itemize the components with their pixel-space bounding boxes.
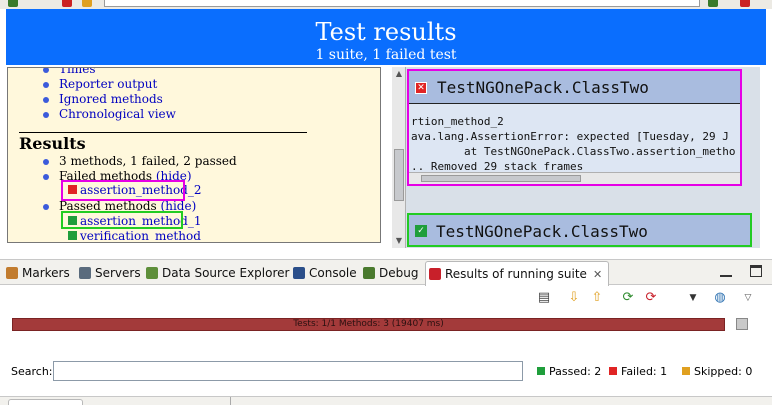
- card-horizontal-scrollbar[interactable]: [409, 172, 740, 184]
- refresh-icon[interactable]: [82, 0, 92, 7]
- bottom-tab-strip: [0, 396, 772, 405]
- results-toolbar: ▤ ⇩ ⇧ ⟳ ⟳ ▼ ◍ ▽: [0, 286, 772, 310]
- results-heading: Results: [19, 134, 86, 153]
- search-row: Search: Passed: 2 Failed: 1 Skipped: 0: [0, 356, 772, 386]
- results-summary: 3 methods, 1 failed, 2 passed: [8, 154, 380, 169]
- passed-test-card[interactable]: ✓ TestNGOnePack.ClassTwo: [407, 213, 752, 247]
- close-tab-icon[interactable]: ✕: [593, 268, 602, 281]
- hscroll-thumb[interactable]: [421, 175, 581, 182]
- failed-icon: [609, 367, 617, 375]
- nav-link-times[interactable]: Times: [8, 68, 380, 77]
- divider: [19, 132, 307, 133]
- report-subtitle: 1 suite, 1 failed test: [315, 47, 457, 63]
- failed-test-card: ✕ TestNGOnePack.ClassTwo rtion_method_2 a…: [407, 69, 742, 186]
- skipped-count: Skipped: 0: [682, 365, 752, 378]
- view-tab-bar: Markers Servers Data Source Explorer Con…: [0, 259, 772, 286]
- tab-console[interactable]: Console: [293, 264, 357, 282]
- close-browser-icon[interactable]: [740, 0, 750, 7]
- search-label: Search:: [11, 365, 53, 378]
- go-icon[interactable]: [708, 0, 718, 7]
- maximize-icon[interactable]: [750, 265, 762, 277]
- progress-menu-icon[interactable]: [736, 318, 748, 330]
- rerun-icon[interactable]: ⟳: [620, 290, 636, 306]
- servers-icon: [79, 266, 91, 279]
- tab-data-source-explorer[interactable]: Data Source Explorer: [146, 264, 289, 282]
- highlight-passed-box: [61, 211, 183, 229]
- clear-results-icon[interactable]: ▤: [536, 290, 552, 306]
- details-vertical-scrollbar[interactable]: ▲ ▼: [392, 67, 406, 248]
- fail-icon: ✕: [415, 82, 427, 94]
- view-menu-icon[interactable]: ▽: [740, 290, 756, 306]
- nav-link-ignored-methods[interactable]: Ignored methods: [8, 92, 380, 107]
- failed-class-name: TestNGOnePack.ClassTwo: [437, 78, 649, 97]
- previous-failure-icon[interactable]: ⇧: [589, 290, 605, 306]
- markers-icon: [6, 266, 18, 279]
- minimize-icon[interactable]: [720, 269, 733, 277]
- tab-debug[interactable]: Debug: [363, 264, 418, 282]
- tab-results-of-running-suite[interactable]: Results of running suite ✕: [425, 261, 610, 286]
- pass-icon: ✓: [415, 225, 427, 237]
- results-navigator: Times Reporter output Ignored methods Ch…: [7, 67, 381, 243]
- back-icon[interactable]: [8, 0, 18, 7]
- scroll-down-icon[interactable]: ▼: [394, 236, 404, 246]
- tab-servers[interactable]: Servers: [79, 264, 141, 282]
- console-icon: [293, 266, 305, 279]
- nav-link-chronological-view[interactable]: Chronological view: [8, 107, 380, 122]
- bottom-tab[interactable]: [8, 399, 83, 405]
- scroll-thumb[interactable]: [394, 149, 404, 201]
- report-header: Test results 1 suite, 1 failed test: [6, 9, 766, 65]
- skipped-icon: [682, 367, 690, 375]
- divider: [230, 397, 231, 405]
- globe-icon[interactable]: ◍: [712, 290, 728, 306]
- view-window-controls: [706, 265, 762, 280]
- stop-icon[interactable]: [62, 0, 72, 7]
- browser-url-strip: [0, 0, 772, 9]
- search-input[interactable]: [53, 361, 523, 381]
- passed-method-item[interactable]: verification_method: [68, 229, 201, 242]
- rerun-failed-icon[interactable]: ⟳: [643, 290, 659, 306]
- debug-icon: [363, 266, 375, 279]
- testng-icon: [429, 267, 441, 280]
- failed-count: Failed: 1: [609, 365, 667, 378]
- data-source-icon: [146, 266, 158, 279]
- passed-class-name: TestNGOnePack.ClassTwo: [436, 222, 648, 241]
- history-dropdown-icon[interactable]: ▼: [685, 290, 701, 306]
- report-title: Test results: [315, 18, 457, 46]
- url-field[interactable]: [104, 0, 700, 7]
- pass-icon: [68, 231, 77, 240]
- passed-count: Passed: 2: [537, 365, 601, 378]
- highlight-failed-box: [61, 180, 185, 201]
- passed-icon: [537, 367, 545, 375]
- tab-markers[interactable]: Markers: [6, 264, 70, 282]
- failed-card-header[interactable]: ✕ TestNGOnePack.ClassTwo: [409, 71, 740, 104]
- scroll-up-icon[interactable]: ▲: [394, 69, 404, 79]
- progress-bar: Tests: 1/1 Methods: 3 (19407 ms): [12, 318, 725, 331]
- nav-link-reporter-output[interactable]: Reporter output: [8, 77, 380, 92]
- progress-label: Tests: 1/1 Methods: 3 (19407 ms): [293, 319, 444, 329]
- stack-trace: rtion_method_2 ava.lang.AssertionError: e…: [411, 115, 736, 173]
- next-failure-icon[interactable]: ⇩: [566, 290, 582, 306]
